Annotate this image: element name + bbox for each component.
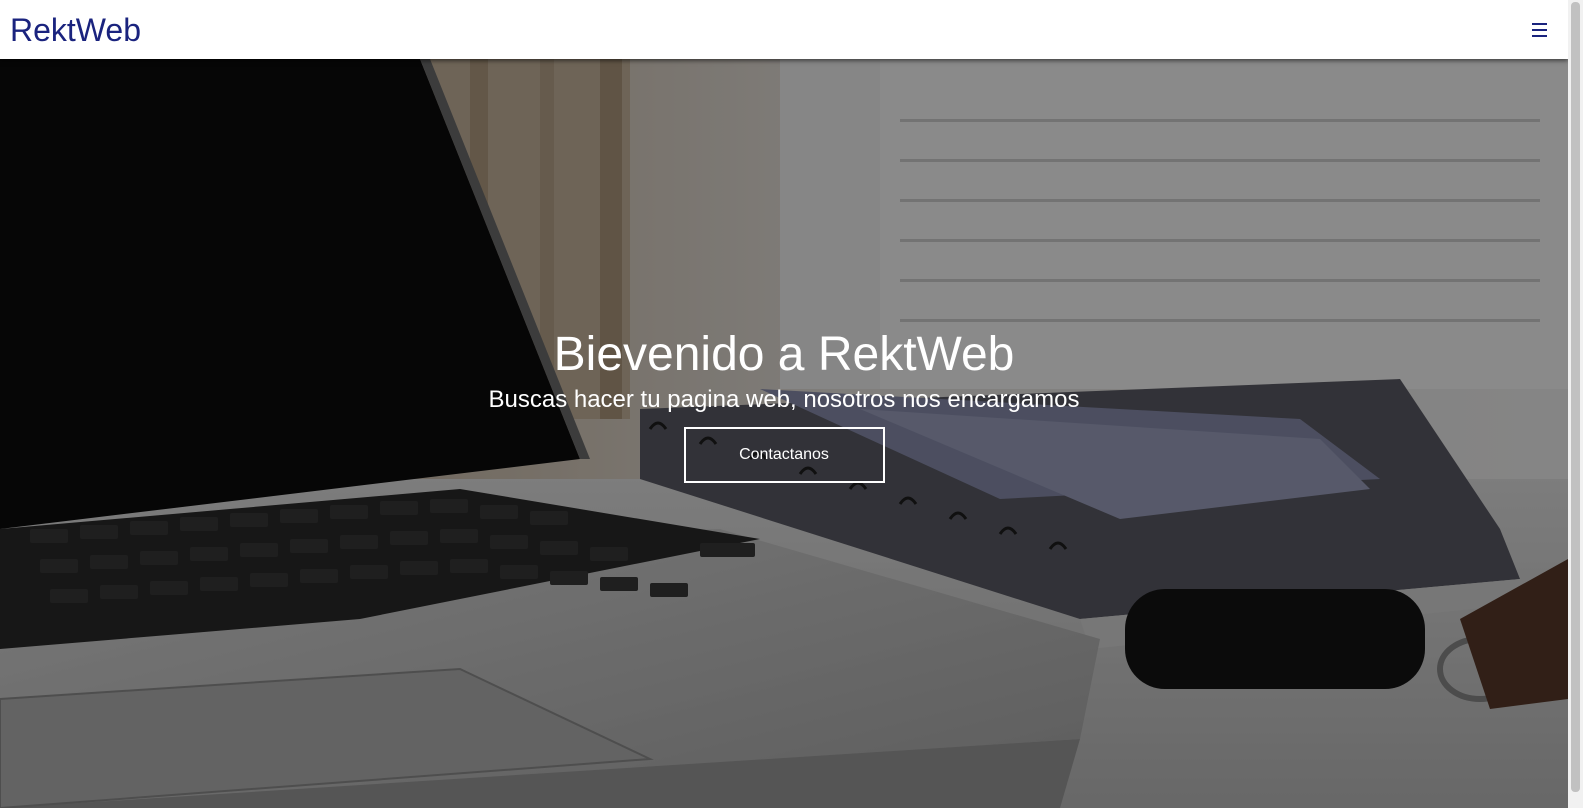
scrollbar-thumb[interactable] xyxy=(1571,2,1580,792)
hero-subtitle: Buscas hacer tu pagina web, nosotros nos… xyxy=(488,386,1080,413)
contact-button[interactable]: Contactanos xyxy=(683,427,885,483)
hero-content: Bievenido a RektWeb Buscas hacer tu pagi… xyxy=(0,327,1568,483)
vertical-scrollbar[interactable] xyxy=(1568,0,1583,808)
navbar: RektWeb xyxy=(0,0,1568,59)
brand-logo-link[interactable]: RektWeb xyxy=(10,10,141,50)
hero-title: Bievenido a RektWeb xyxy=(553,328,1015,381)
hero-section: Bievenido a RektWeb Buscas hacer tu pagi… xyxy=(0,59,1568,808)
hamburger-menu-icon[interactable] xyxy=(1531,16,1549,42)
page: RektWeb Bievenido a RektWeb Buscas hacer… xyxy=(0,0,1583,808)
